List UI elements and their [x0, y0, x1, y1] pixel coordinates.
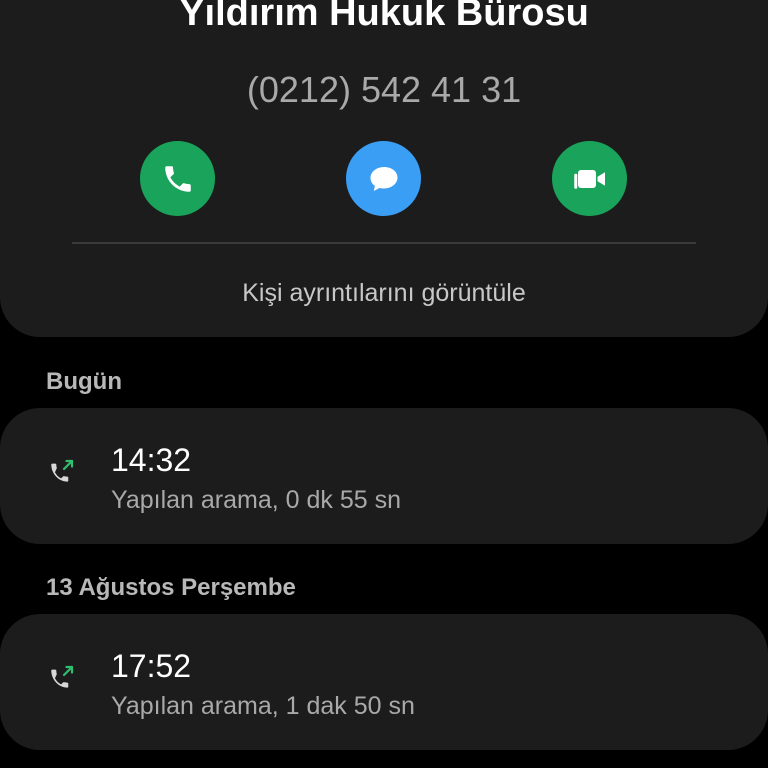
voice-call-button[interactable] — [140, 141, 215, 216]
chat-bubble-icon — [366, 161, 402, 197]
phone-icon — [161, 162, 195, 196]
message-button[interactable] — [346, 141, 421, 216]
contact-phone-number[interactable]: (0212) 542 41 31 — [0, 68, 768, 112]
video-camera-icon — [570, 161, 610, 197]
call-details-screen: Yıldırım Hukuk Bürosu (0212) 542 41 31 K… — [0, 0, 768, 768]
video-call-button[interactable] — [552, 141, 627, 216]
section-header-today: Bugün — [46, 368, 122, 395]
call-detail: Yapılan arama, 1 dak 50 sn — [111, 692, 415, 720]
call-detail: Yapılan arama, 0 dk 55 sn — [111, 486, 401, 514]
divider — [72, 242, 696, 244]
section-header-date: 13 Ağustos Perşembe — [46, 574, 296, 601]
contact-name: Yıldırım Hukuk Bürosu — [179, 0, 589, 34]
view-contact-details-link[interactable]: Kişi ayrıntılarını görüntüle — [0, 276, 768, 310]
call-log-item[interactable]: 17:52 Yapılan arama, 1 dak 50 sn — [0, 614, 768, 750]
call-time: 17:52 — [111, 648, 192, 684]
outgoing-call-icon — [47, 664, 79, 696]
call-time: 14:32 — [111, 442, 192, 478]
call-log-item[interactable]: 14:32 Yapılan arama, 0 dk 55 sn — [0, 408, 768, 544]
outgoing-call-icon — [47, 458, 79, 490]
